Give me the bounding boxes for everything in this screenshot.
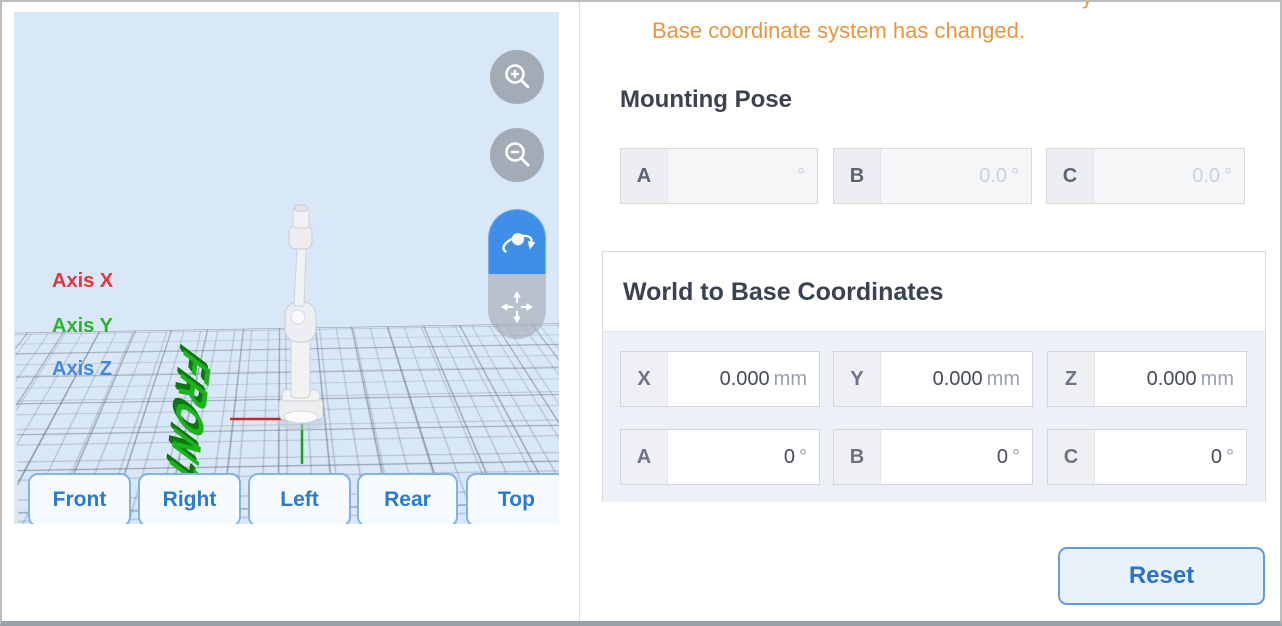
magnifier-plus-icon [501,61,533,93]
world-z-field[interactable]: Z 0.000mm [1047,351,1247,407]
field-unit: ° [1011,165,1019,188]
view-left-button[interactable]: Left [248,473,351,524]
field-label: B [834,149,881,203]
axis-z-label: Axis Z [52,358,112,381]
robot-arm-model [14,12,559,524]
zoom-out-button[interactable] [490,128,544,182]
field-value: 0.0 [979,165,1007,188]
alert-message-line1-clipped: y [1082,0,1093,10]
view-mode-toggle [488,209,546,340]
alert-message: Base coordinate system has changed. [652,18,1025,44]
field-value: 0.0 [1192,165,1220,188]
axis-y-label: Axis Y [52,315,113,338]
field-unit: mm [774,368,807,391]
field-label: B [834,430,881,484]
robot-3d-viewport[interactable]: Axis X Axis Y Axis Z FRONT [14,12,559,524]
reset-button[interactable]: Reset [1058,547,1265,605]
world-y-field[interactable]: Y 0.000mm [833,351,1033,407]
field-value: 0.000 [933,368,983,391]
field-unit: mm [1201,368,1234,391]
mounting-pose-field-a: A ° [620,148,818,204]
orbit-rotate-icon [498,223,536,261]
field-unit: ° [799,446,807,469]
field-unit: ° [1226,446,1234,469]
field-value: 0 [784,446,795,469]
field-label: C [1047,149,1094,203]
world-x-field[interactable]: X 0.000mm [620,351,820,407]
field-label: C [1048,430,1095,484]
view-right-button[interactable]: Right [138,473,241,524]
world-b-field[interactable]: B 0° [833,429,1033,485]
field-label: Z [1048,352,1095,406]
world-a-field[interactable]: A 0° [620,429,820,485]
move-arrows-icon [498,288,536,326]
axis-x-label: Axis X [52,270,113,293]
mounting-pose-title: Mounting Pose [620,86,792,114]
field-unit: ° [1012,446,1020,469]
field-label: Y [834,352,881,406]
world-to-base-title: World to Base Coordinates [623,278,943,307]
world-c-field[interactable]: C 0° [1047,429,1247,485]
field-label: A [621,430,668,484]
rotate-mode-button[interactable] [488,209,546,274]
field-unit: ° [1224,165,1232,188]
view-rear-button[interactable]: Rear [357,473,458,524]
field-label: X [621,352,668,406]
field-unit: mm [987,368,1020,391]
zoom-in-button[interactable] [490,50,544,104]
view-top-button[interactable]: Top [466,473,559,524]
field-value: 0.000 [720,368,770,391]
pan-mode-button[interactable] [488,274,546,339]
magnifier-minus-icon [501,139,533,171]
field-value: 0.000 [1147,368,1197,391]
panel-divider [579,2,580,623]
mounting-pose-field-c: C 0.0° [1046,148,1245,204]
field-value: 0 [1211,446,1222,469]
base-coordinate-settings-page: Axis X Axis Y Axis Z FRONT [0,0,1282,626]
view-front-button[interactable]: Front [28,473,131,524]
field-label: A [621,149,668,203]
field-unit: ° [797,165,805,188]
field-value: 0 [997,446,1008,469]
mounting-pose-field-b: B 0.0° [833,148,1032,204]
